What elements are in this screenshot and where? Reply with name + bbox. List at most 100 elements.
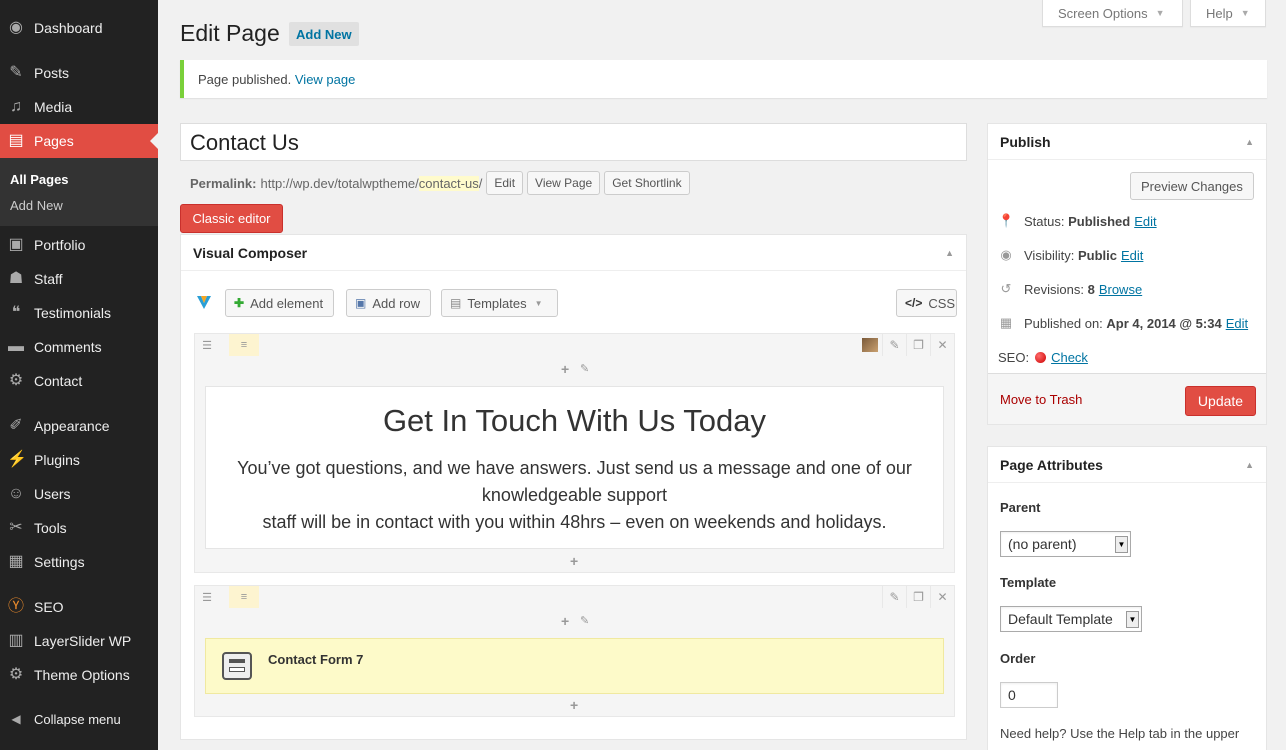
column-layout-icon[interactable]: ≡ <box>229 334 259 356</box>
toggle-arrow-icon[interactable]: ▲ <box>1245 460 1254 470</box>
sidebar-item-portfolio[interactable]: ▣ Portfolio <box>0 228 158 262</box>
view-page-link[interactable]: View page <box>295 72 355 87</box>
sidebar-item-pages[interactable]: ▤ Pages <box>0 124 158 158</box>
delete-row-icon[interactable]: ✕ <box>930 586 954 608</box>
templates-button[interactable]: ▤ Templates ▼ <box>441 289 558 317</box>
edit-row-icon[interactable]: ✎ <box>882 586 906 608</box>
add-new-button[interactable]: Add New <box>289 22 359 46</box>
add-row-button[interactable]: ▣ Add row <box>346 289 432 317</box>
drag-handle-icon[interactable]: ☰ <box>195 586 219 608</box>
toggle-arrow-icon[interactable]: ▲ <box>945 248 954 258</box>
preview-changes-button[interactable]: Preview Changes <box>1130 172 1254 200</box>
sidebar-item-plugins[interactable]: ⚡ Plugins <box>0 443 158 477</box>
vc-header[interactable]: Visual Composer ▲ <box>181 235 966 271</box>
order-input[interactable]: 0 <box>1000 682 1058 708</box>
vc-row-1: ☰ ≡ ✎ ❐ ✕ + ✎ Get In Touch With Us Today… <box>194 333 955 573</box>
page-title: Edit Page <box>180 20 280 46</box>
sidebar-item-dashboard[interactable]: ◉ Dashboard <box>0 11 158 45</box>
history-icon: ↺ <box>1000 281 1012 296</box>
sidebar-item-layerslider[interactable]: ▥ LayerSlider WP <box>0 624 158 658</box>
parent-value: (no parent) <box>1008 536 1077 552</box>
page-attributes-header[interactable]: Page Attributes ▲ <box>988 447 1266 483</box>
edit-row-icon[interactable]: ✎ <box>882 334 906 356</box>
sidebar-item-tools[interactable]: ✂ Tools <box>0 511 158 545</box>
comments-icon: ▬ <box>8 338 24 355</box>
publish-actions: Move to Trash Update <box>988 373 1266 424</box>
column-layout-icon[interactable]: ≡ <box>229 586 259 608</box>
permalink-slug[interactable]: contact-us <box>418 175 479 191</box>
sidebar-item-label: Posts <box>34 65 70 81</box>
seo-check-link[interactable]: Check <box>1051 350 1088 365</box>
notice-text: Page published. <box>198 72 292 87</box>
submenu-all-pages[interactable]: All Pages <box>10 172 69 187</box>
contact-form-7-element[interactable]: Contact Form 7 <box>205 638 944 694</box>
sidebar-item-posts[interactable]: ✎ Posts <box>0 56 158 90</box>
order-label: Order <box>1000 651 1036 666</box>
collapse-menu[interactable]: ◀ Collapse menu <box>0 702 158 736</box>
sidebar-item-testimonials[interactable]: ❝ Testimonials <box>0 296 158 330</box>
clone-row-icon[interactable]: ❐ <box>906 334 930 356</box>
add-element-button[interactable]: ✚ Add element <box>225 289 335 317</box>
sidebar-item-label: Pages <box>34 133 74 149</box>
add-element-plus-icon[interactable]: + <box>570 697 578 713</box>
status-value: Published <box>1068 213 1131 229</box>
sidebar-item-seo[interactable]: Ⓨ SEO <box>0 590 158 624</box>
sidebar-item-comments[interactable]: ▬ Comments <box>0 330 158 364</box>
title-input[interactable]: Contact Us <box>180 123 967 161</box>
collapse-icon: ◀ <box>11 712 21 726</box>
pages-icon: ▤ <box>8 132 24 149</box>
sidebar-item-contact[interactable]: ⚙ Contact <box>0 364 158 398</box>
clone-row-icon[interactable]: ❐ <box>906 586 930 608</box>
edit-status-link[interactable]: Edit <box>1134 214 1156 229</box>
sidebar-item-settings[interactable]: ▦ Settings <box>0 545 158 579</box>
seo-label: SEO: <box>998 350 1030 365</box>
screen-options-label: Screen Options <box>1058 5 1148 21</box>
css-button[interactable]: </> CSS <box>896 289 957 317</box>
sidebar-item-staff[interactable]: ☗ Staff <box>0 262 158 296</box>
add-element-plus-icon[interactable]: + <box>570 553 578 569</box>
add-element-plus-icon[interactable]: + <box>561 613 569 629</box>
edit-slug-button[interactable]: Edit <box>486 171 524 195</box>
sidebar-item-theme-options[interactable]: ⚙ Theme Options <box>0 658 158 692</box>
submenu-add-new[interactable]: Add New <box>10 198 63 213</box>
edit-column-icon[interactable]: ✎ <box>580 614 589 627</box>
sidebar-item-users[interactable]: ☺ Users <box>0 477 158 511</box>
add-element-plus-icon[interactable]: + <box>561 361 569 377</box>
eye-icon: ◉ <box>1000 247 1012 262</box>
update-button[interactable]: Update <box>1185 386 1256 416</box>
edit-date-link[interactable]: Edit <box>1226 316 1248 331</box>
toggle-arrow-icon[interactable]: ▲ <box>1245 137 1254 147</box>
dropdown-arrow-icon: ▼ <box>1126 611 1139 628</box>
row-icon: ▣ <box>355 296 367 310</box>
move-to-trash-link[interactable]: Move to Trash <box>1000 392 1082 407</box>
delete-row-icon[interactable]: ✕ <box>930 334 954 356</box>
get-shortlink-button[interactable]: Get Shortlink <box>604 171 690 195</box>
sidebar-item-media[interactable]: ♫ Media <box>0 90 158 124</box>
publish-header[interactable]: Publish ▲ <box>988 124 1266 160</box>
template-select[interactable]: Default Template ▼ <box>1000 606 1142 632</box>
sidebar-item-appearance[interactable]: ✐ Appearance <box>0 409 158 443</box>
parent-select[interactable]: (no parent) ▼ <box>1000 531 1131 557</box>
background-image-icon[interactable] <box>858 334 882 356</box>
sidebar-item-label: Tools <box>34 520 67 536</box>
drag-handle-icon[interactable]: ☰ <box>195 334 219 356</box>
plus-icon: ✚ <box>234 296 245 310</box>
classic-editor-button[interactable]: Classic editor <box>180 204 283 233</box>
help-button[interactable]: Help ▼ <box>1190 0 1266 27</box>
seo-status-icon <box>1035 352 1047 363</box>
sidebar-item-label: Comments <box>34 339 102 355</box>
admin-sidebar: ◉ Dashboard ✎ Posts ♫ Media ▤ Pages All Page… <box>0 0 158 750</box>
edit-column-icon[interactable]: ✎ <box>580 362 589 375</box>
browse-revisions-link[interactable]: Browse <box>1099 282 1142 297</box>
visibility-value: Public <box>1077 247 1117 263</box>
view-page-button[interactable]: View Page <box>527 171 601 195</box>
pin-icon: ✎ <box>9 64 23 81</box>
help-label: Help <box>1206 5 1233 21</box>
page-attributes-title: Page Attributes <box>1000 456 1103 473</box>
appearance-icon: ✐ <box>9 417 23 434</box>
sidebar-item-label: Dashboard <box>34 20 103 36</box>
edit-visibility-link[interactable]: Edit <box>1121 248 1143 263</box>
text-block[interactable]: Get In Touch With Us Today You’ve got qu… <box>205 386 944 549</box>
screen-options-button[interactable]: Screen Options ▼ <box>1042 0 1183 27</box>
dashboard-icon: ◉ <box>9 19 23 36</box>
